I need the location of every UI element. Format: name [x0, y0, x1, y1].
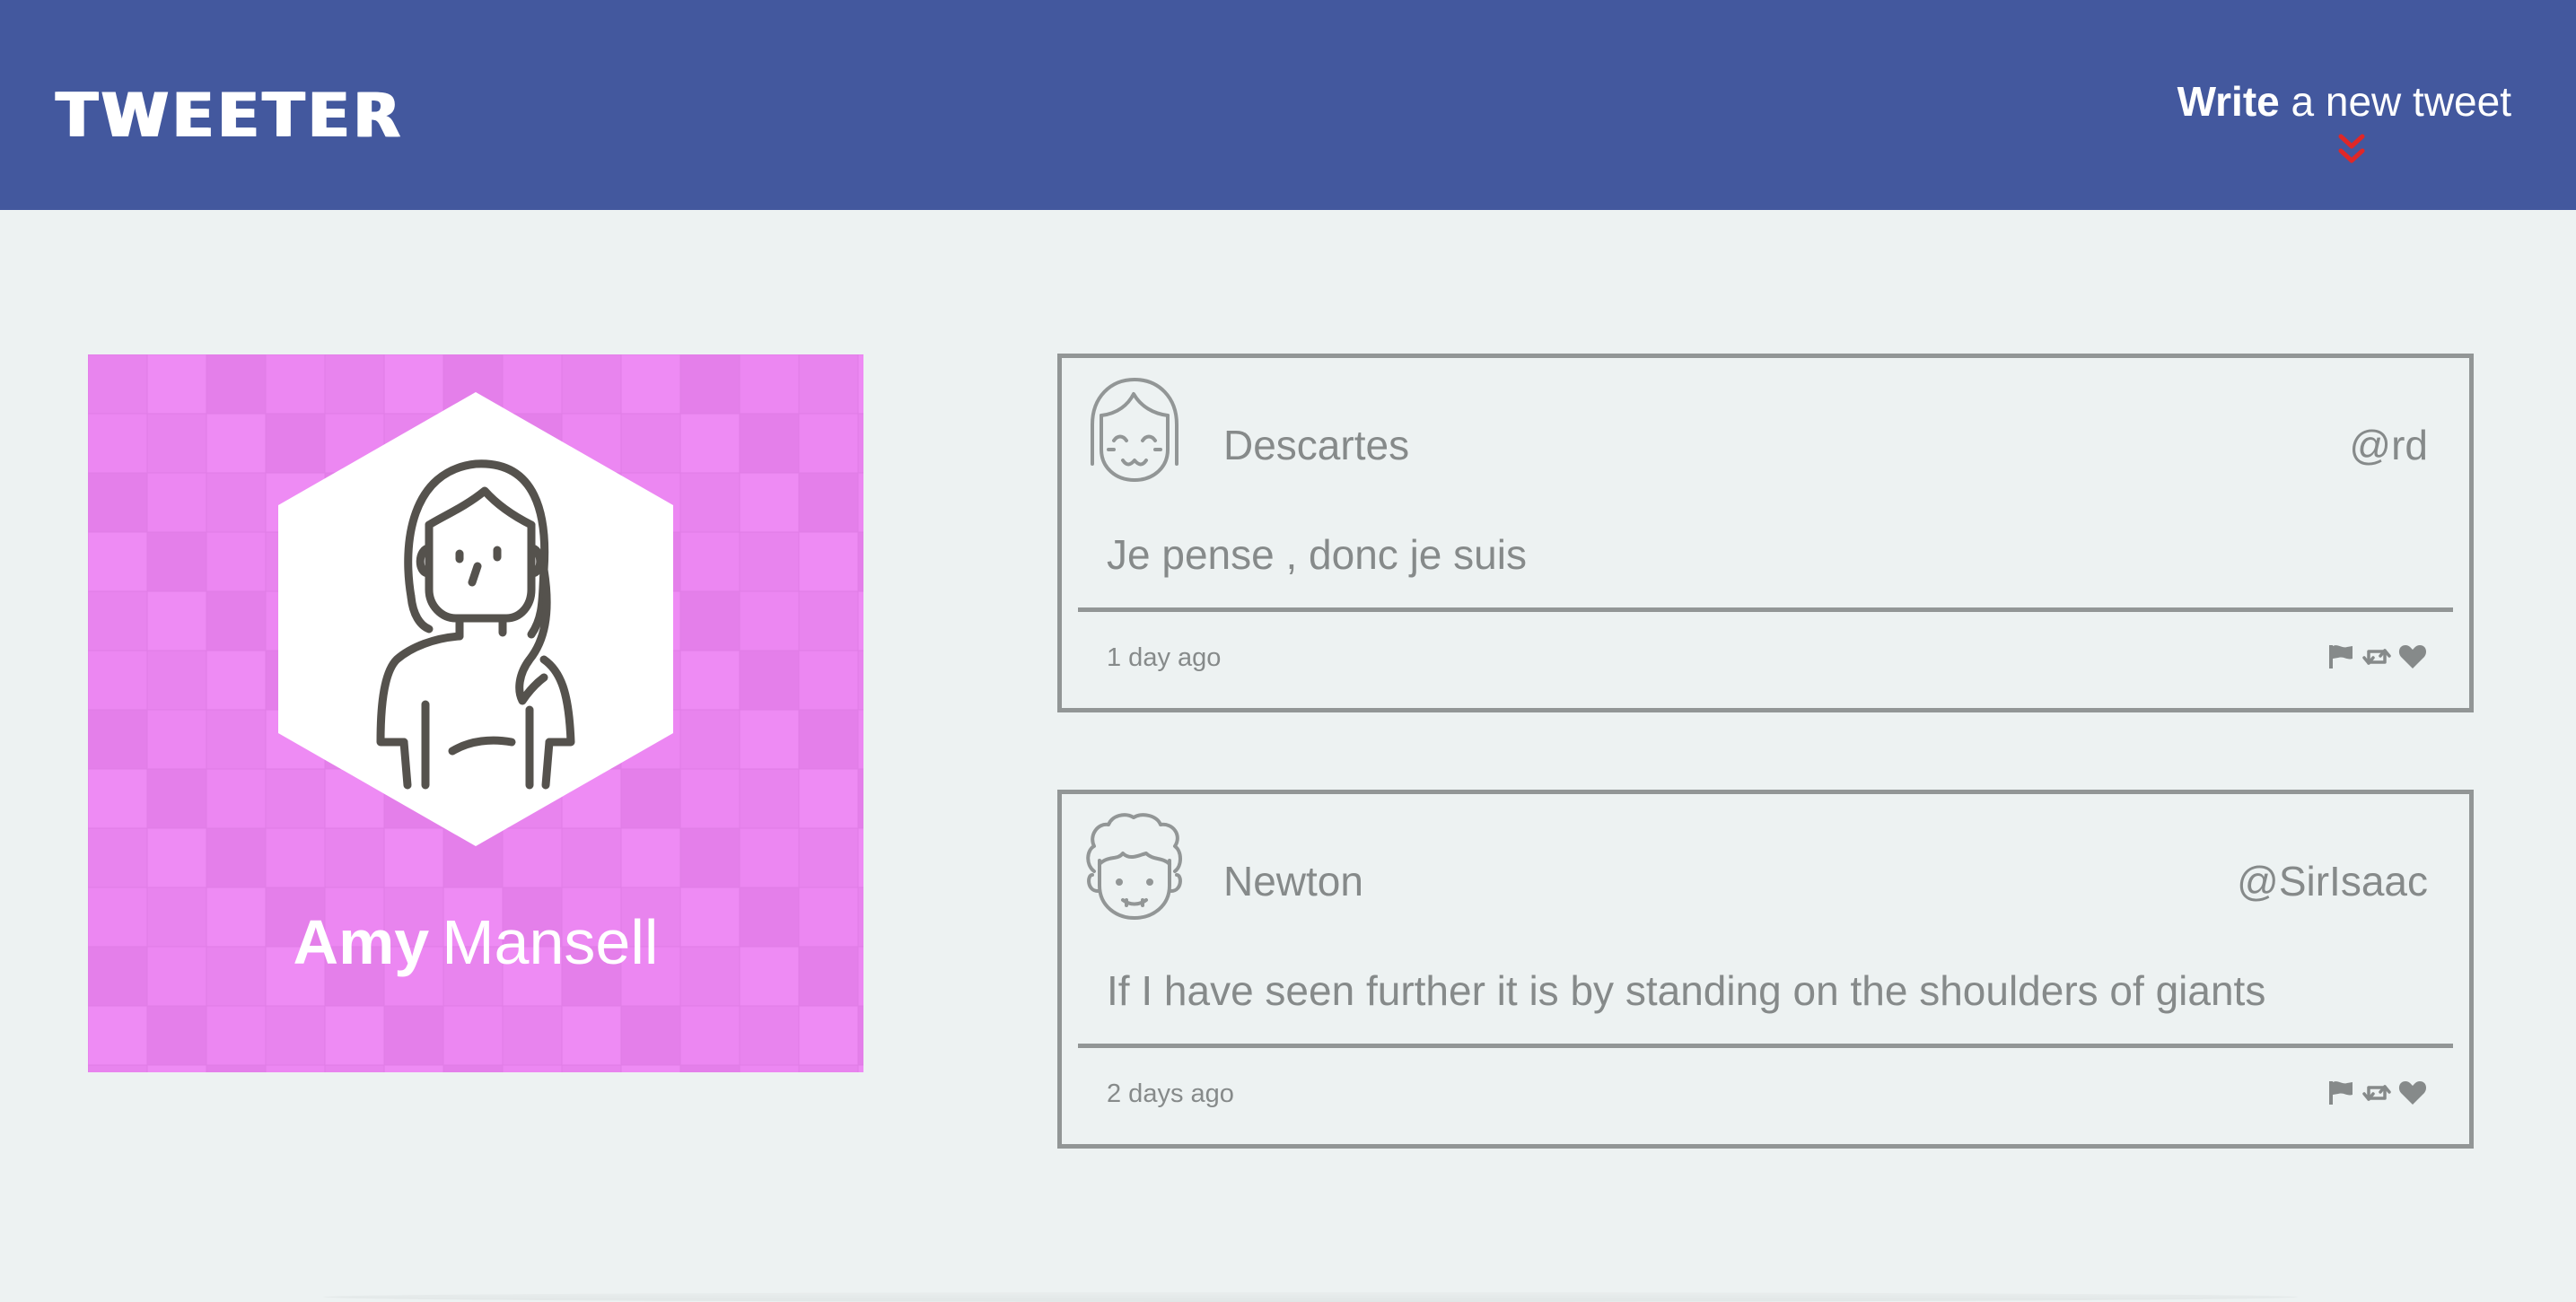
compose-label-light: a new tweet [2291, 78, 2511, 125]
tweet-display-name[interactable]: Newton [1223, 861, 1363, 902]
tweet-actions [2326, 642, 2428, 672]
tweet-card: Descartes @rd Je pense , donc je suis 1 … [1057, 354, 2474, 712]
profile-avatar [278, 392, 673, 846]
tweet-divider [1078, 1044, 2453, 1048]
tweet-handle[interactable]: @rd [2349, 424, 2428, 466]
flag-icon[interactable] [2326, 1078, 2356, 1108]
heart-icon[interactable] [2397, 642, 2428, 672]
chevron-double-down-icon[interactable] [2337, 133, 2366, 169]
curly-hair-face-avatar-icon [1086, 813, 1182, 920]
retweet-icon[interactable] [2361, 1078, 2392, 1108]
app-logo[interactable]: TWEETER [56, 86, 404, 147]
tweet-timestamp: 1 day ago [1107, 643, 1222, 672]
profile-name: Amy Mansell [88, 911, 863, 974]
flag-icon[interactable] [2326, 642, 2356, 672]
tweet-display-name[interactable]: Descartes [1223, 424, 1409, 466]
tweet-card: Newton @SirIsaac If I have seen further … [1057, 790, 2474, 1149]
profile-card: Amy Mansell [88, 354, 863, 1072]
top-nav: TWEETER Write a new tweet [0, 0, 2576, 210]
retweet-icon[interactable] [2361, 642, 2392, 672]
tweet-divider [1078, 607, 2453, 612]
tweet-actions [2326, 1078, 2428, 1108]
girl-face-avatar-icon [1091, 378, 1178, 482]
tweet-timestamp: 2 days ago [1107, 1079, 1234, 1108]
profile-first-name: Amy [293, 907, 430, 977]
write-new-tweet-button[interactable]: Write a new tweet [2177, 79, 2511, 125]
compose-label-strong: Write [2177, 78, 2280, 125]
heart-icon[interactable] [2397, 1078, 2428, 1108]
tweet-content: If I have seen further it is by standing… [1107, 967, 2266, 1014]
tweet-content: Je pense , donc je suis [1107, 531, 1527, 578]
tweet-handle[interactable]: @SirIsaac [2237, 861, 2428, 902]
profile-last-name: Mansell [442, 907, 659, 977]
page-bottom-shadow [323, 1292, 2298, 1302]
